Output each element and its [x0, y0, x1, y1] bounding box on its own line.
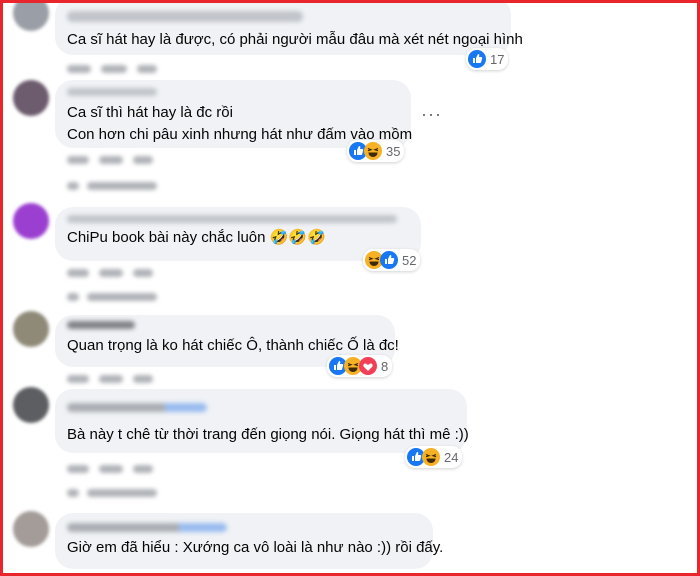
avatar[interactable] [13, 311, 49, 347]
more-options-button[interactable]: ··· [421, 105, 441, 127]
commenter-name[interactable] [67, 403, 207, 412]
avatar[interactable] [13, 80, 49, 116]
reaction-summary[interactable]: 35 [347, 140, 405, 162]
comment-text: ChiPu book bài này chắc luôn 🤣🤣🤣 [67, 229, 326, 246]
view-replies-link[interactable] [67, 180, 157, 192]
comment-bubble: Ca sĩ thì hát hay là đc rồi Con hơn chi … [55, 80, 412, 148]
reaction-summary[interactable]: 24 [405, 446, 463, 468]
like-icon [380, 251, 398, 269]
comment-actions[interactable] [67, 266, 153, 280]
commenter-name[interactable] [67, 523, 227, 532]
reaction-summary[interactable]: 52 [363, 249, 421, 271]
view-replies-link[interactable] [67, 291, 157, 303]
comment-bubble: Bà này t chê từ thời trang đến giọng nói… [55, 389, 469, 453]
comment-bubble: Ca sĩ hát hay là được, có phải người mẫu… [55, 3, 523, 55]
avatar[interactable] [13, 203, 49, 239]
comment-text: Ca sĩ thì hát hay là đc rồi [67, 104, 233, 121]
commenter-name[interactable] [67, 11, 303, 22]
haha-icon [422, 448, 440, 466]
comment-actions[interactable] [67, 372, 153, 386]
reaction-count: 52 [402, 252, 417, 268]
comment-actions[interactable] [67, 462, 153, 476]
screenshot-frame: Ca sĩ hát hay là được, có phải người mẫu… [0, 0, 700, 576]
comment-text: Ca sĩ hát hay là được, có phải người mẫu… [67, 31, 523, 48]
haha-icon [364, 142, 382, 160]
view-replies-link[interactable] [67, 487, 157, 499]
reaction-summary[interactable]: 17 [466, 48, 509, 70]
reaction-count: 8 [381, 358, 389, 374]
avatar[interactable] [13, 511, 49, 547]
reaction-summary[interactable]: 8 [327, 355, 393, 377]
comment-text: Giờ em đã hiểu : Xướng ca vô loài là như… [67, 539, 444, 556]
commenter-name[interactable] [67, 321, 135, 329]
avatar[interactable] [13, 3, 49, 31]
reaction-count: 24 [444, 449, 459, 465]
avatar[interactable] [13, 387, 49, 423]
comment-text: Bà này t chê từ thời trang đến giọng nói… [67, 426, 469, 443]
comment-actions[interactable] [67, 153, 153, 167]
reaction-count: 35 [386, 143, 401, 159]
commenter-name[interactable] [67, 88, 157, 96]
commenter-name[interactable] [67, 215, 397, 223]
reaction-count: 17 [490, 51, 505, 67]
love-icon [359, 357, 377, 375]
comment-text: Quan trọng là ko hát chiếc Ô, thành chiế… [67, 337, 399, 354]
like-icon [468, 50, 486, 68]
comment-bubble: Giờ em đã hiểu : Xướng ca vô loài là như… [55, 513, 444, 569]
comment-actions[interactable] [67, 62, 157, 76]
